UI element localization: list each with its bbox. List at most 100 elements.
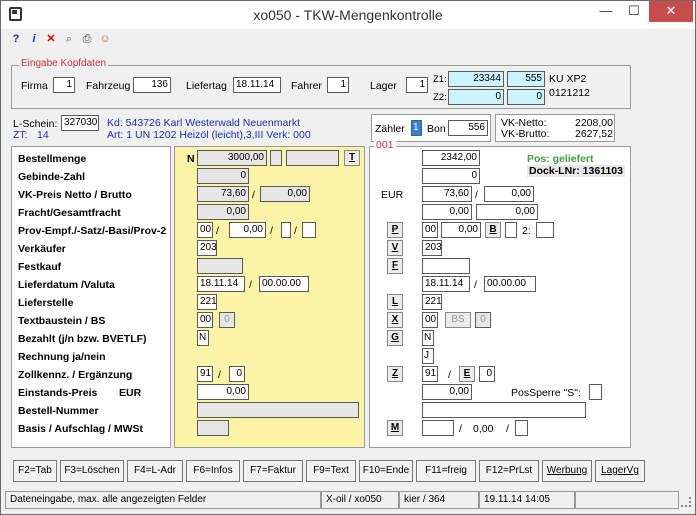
- prov-empf-field[interactable]: 00: [197, 222, 213, 238]
- menge-field[interactable]: 2342,00: [422, 150, 480, 166]
- right-fracht1-field[interactable]: 0,00: [422, 204, 472, 220]
- prov2-field[interactable]: [302, 222, 316, 238]
- right-prov2-field[interactable]: 0,00: [441, 222, 481, 238]
- right-rechnung-field[interactable]: J: [422, 348, 434, 364]
- f11-freig-button[interactable]: F11=freig: [416, 460, 476, 482]
- f4-ladr-button[interactable]: F4=L-Adr: [127, 460, 183, 482]
- vk-netto-field[interactable]: 73,60: [197, 186, 249, 202]
- right-gebinde-field[interactable]: 0: [422, 168, 480, 184]
- g-button[interactable]: G: [387, 330, 403, 346]
- right-prov1-field[interactable]: 00: [422, 222, 438, 238]
- zoll2-field[interactable]: 0: [229, 366, 245, 382]
- vk-brutto-field[interactable]: 0,00: [260, 186, 310, 202]
- right-fracht2-field[interactable]: 0,00: [476, 204, 538, 220]
- right-prov4-field[interactable]: [536, 222, 554, 238]
- z2-field[interactable]: 0: [448, 89, 504, 105]
- right-basis-slash-1: /: [459, 423, 462, 435]
- festkauf-field[interactable]: [197, 258, 243, 274]
- v-button[interactable]: V: [387, 240, 403, 256]
- bs-field[interactable]: 0: [219, 312, 235, 328]
- p-button[interactable]: P: [387, 222, 403, 238]
- lieferstelle-field[interactable]: 221: [197, 294, 217, 310]
- label-verkaeufer: Verkäufer: [18, 243, 66, 255]
- prov-satz-field[interactable]: 0,00: [229, 222, 266, 238]
- search-icon[interactable]: ⌕: [63, 33, 75, 46]
- e-button[interactable]: E: [459, 366, 475, 382]
- fahrer-field[interactable]: 1: [327, 77, 349, 93]
- zoll1-field[interactable]: 91: [197, 366, 213, 382]
- bestellnummer-field[interactable]: [197, 402, 359, 418]
- right-vk-netto-field[interactable]: 73,60: [422, 186, 472, 202]
- textbaustein-field[interactable]: 00: [197, 312, 213, 328]
- right-basis-field[interactable]: [422, 420, 454, 436]
- right-prov3-field[interactable]: [505, 222, 517, 238]
- right-vk-brutto-field[interactable]: 0,00: [484, 186, 534, 202]
- f6-infos-button[interactable]: F6=Infos: [186, 460, 240, 482]
- right-valuta-field[interactable]: 00.00.00: [484, 276, 536, 292]
- zaehler-field[interactable]: 1: [411, 120, 422, 136]
- lagervg-button[interactable]: LagerVg: [595, 460, 645, 482]
- fahrzeug-field[interactable]: 136: [133, 77, 171, 93]
- l-button[interactable]: L: [387, 294, 403, 310]
- user-icon[interactable]: ☺: [99, 33, 111, 46]
- gebinde-field[interactable]: 0: [197, 168, 249, 184]
- z2b-field[interactable]: 0: [507, 89, 545, 105]
- f2-tab-button[interactable]: F2=Tab: [13, 460, 57, 482]
- info-icon[interactable]: i: [28, 33, 40, 46]
- verkaeufer-field[interactable]: 203: [197, 240, 217, 256]
- t-button[interactable]: T: [344, 150, 360, 166]
- f3-loeschen-button[interactable]: F3=Löschen: [60, 460, 124, 482]
- close-icon[interactable]: ✕: [649, 1, 693, 22]
- right-bezahlt-field[interactable]: N: [422, 330, 434, 346]
- f7-faktur-button[interactable]: F7=Faktur: [243, 460, 303, 482]
- liefertag-field[interactable]: 18.11.14: [233, 77, 281, 93]
- right-mwst-field[interactable]: [515, 420, 528, 436]
- f-button[interactable]: F: [387, 258, 403, 274]
- right-lieferdatum-field[interactable]: 18.11.14: [422, 276, 470, 292]
- bon-field[interactable]: 556: [448, 120, 488, 136]
- bestellmenge-text-field[interactable]: [286, 150, 339, 166]
- x-button[interactable]: X: [387, 312, 403, 328]
- resize-grip-icon[interactable]: [681, 497, 691, 507]
- maximize-icon[interactable]: ☐: [621, 1, 647, 22]
- label-bestellnummer: Bestell-Nummer: [18, 405, 99, 417]
- bezahlt-field[interactable]: N: [197, 330, 209, 346]
- right-z2-label: 2:: [522, 225, 531, 237]
- m-button[interactable]: M: [387, 420, 403, 436]
- bestellmenge-extra-field[interactable]: [270, 150, 282, 166]
- right-textbaustein-field[interactable]: 00: [422, 312, 438, 328]
- basis-field[interactable]: [197, 420, 229, 436]
- right-verkaeufer-field[interactable]: 203: [422, 240, 442, 256]
- lschein-field[interactable]: 327030: [61, 115, 99, 131]
- valuta-field[interactable]: 00.00.00: [259, 276, 309, 292]
- right-bs-field[interactable]: 0: [475, 312, 491, 328]
- label-lieferstelle: Lieferstelle: [18, 297, 74, 309]
- print-icon[interactable]: ⎙: [81, 33, 93, 46]
- lieferdatum-field[interactable]: 18.11.14: [197, 276, 245, 292]
- firma-field[interactable]: 1: [53, 77, 75, 93]
- bs-button[interactable]: BS: [445, 312, 471, 328]
- lager-field[interactable]: 1: [406, 77, 428, 93]
- f9-text-button[interactable]: F9=Text: [306, 460, 356, 482]
- prov-basi-field[interactable]: [281, 222, 291, 238]
- right-bestellnummer-field[interactable]: [422, 402, 586, 418]
- help-icon[interactable]: ?: [10, 33, 22, 46]
- right-einstand-field[interactable]: 0,00: [422, 384, 472, 400]
- right-zoll2-field[interactable]: 0: [479, 366, 495, 382]
- right-festkauf-field[interactable]: [422, 258, 470, 274]
- b-button[interactable]: B: [485, 222, 501, 238]
- right-lieferstelle-field[interactable]: 221: [422, 294, 442, 310]
- possperre-field[interactable]: [589, 384, 602, 400]
- z1-field[interactable]: 23344: [448, 71, 504, 87]
- werbung-button[interactable]: Werbung: [542, 460, 592, 482]
- delete-icon[interactable]: ✕: [45, 33, 57, 46]
- fracht-field[interactable]: 0,00: [197, 204, 249, 220]
- f12-prlst-button[interactable]: F12=PrLst: [479, 460, 539, 482]
- right-zoll1-field[interactable]: 91: [422, 366, 438, 382]
- z-button[interactable]: Z: [387, 366, 403, 382]
- minimize-icon[interactable]: —: [593, 1, 619, 22]
- bestellmenge-field[interactable]: 3000,00: [197, 150, 267, 166]
- f10-ende-button[interactable]: F10=Ende: [359, 460, 413, 482]
- einstand-field[interactable]: 0,00: [197, 384, 249, 400]
- z1b-field[interactable]: 555: [507, 71, 545, 87]
